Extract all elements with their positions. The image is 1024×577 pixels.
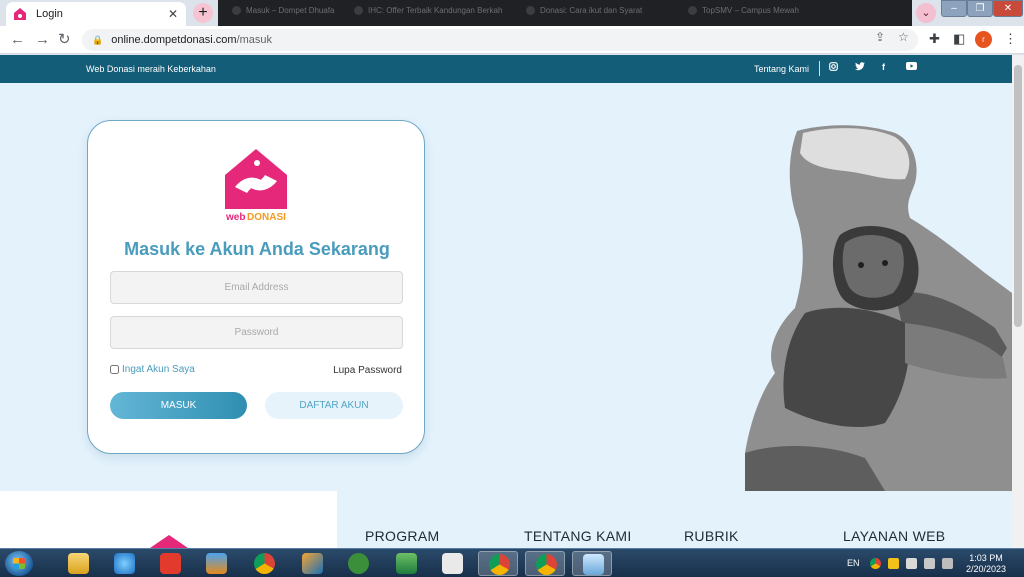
- address-toolbar: ← → ↻ 🔒 online.dompetdonasi.com/masuk ⇪ …: [0, 26, 1024, 54]
- internet-explorer-icon: [114, 553, 135, 574]
- side-panel-icon[interactable]: ◧: [953, 32, 965, 46]
- page-scrollbar[interactable]: [1012, 55, 1024, 548]
- owl-app-icon: [348, 553, 369, 574]
- webdonasi-logo: web DONASI: [225, 149, 287, 223]
- browser-tab-strip: Login ✕ + Masuk – Dompet Dhuafa IHC: Off…: [0, 0, 1024, 26]
- background-tab[interactable]: TopSMV – Campus Mewah: [688, 6, 838, 20]
- tray-warning-icon[interactable]: [888, 558, 899, 569]
- taskbar-ie[interactable]: [104, 551, 144, 576]
- taskbar-chrome-1[interactable]: [244, 551, 284, 576]
- editor-icon: [302, 553, 323, 574]
- youtube-icon[interactable]: [906, 62, 917, 72]
- clock-date: 2/20/2023: [965, 564, 1007, 574]
- email-field[interactable]: [110, 271, 403, 304]
- scrollbar-thumb[interactable]: [1014, 65, 1022, 327]
- notepad-icon: [583, 554, 604, 575]
- tab-login[interactable]: Login ✕: [6, 2, 186, 26]
- folder-icon: [68, 553, 89, 574]
- chrome-icon: [536, 554, 557, 575]
- about-us-link[interactable]: Tentang Kami: [754, 64, 809, 74]
- web-page: Web Donasi meraih Keberkahan Tentang Kam…: [0, 55, 1012, 548]
- tray-flag-icon[interactable]: [906, 558, 917, 569]
- top-bar-divider: [819, 61, 820, 76]
- address-bar[interactable]: 🔒 online.dompetdonasi.com/masuk: [82, 29, 918, 51]
- taskbar-chrome-3[interactable]: [525, 551, 565, 576]
- footer-logo-icon: [150, 535, 188, 548]
- tray-network-icon[interactable]: [942, 558, 953, 569]
- tab-search-icon[interactable]: ⌄: [916, 3, 936, 23]
- twitter-icon[interactable]: [855, 62, 865, 73]
- logo-text-brand: DONASI: [247, 212, 286, 223]
- footer-heading-rubric: RUBRIK: [684, 528, 739, 544]
- language-indicator[interactable]: EN: [847, 558, 860, 568]
- back-arrow-icon[interactable]: ←: [10, 32, 25, 47]
- system-clock[interactable]: 1:03 PM 2/20/2023: [962, 553, 1010, 575]
- remember-me-checkbox[interactable]: [110, 365, 119, 374]
- extensions-puzzle-icon[interactable]: ✚: [929, 32, 940, 46]
- chrome-icon: [254, 553, 275, 574]
- taskbar-owl[interactable]: [338, 551, 378, 576]
- logo-text-web: web: [225, 212, 245, 223]
- footer-heading-about: TENTANG KAMI: [524, 528, 632, 544]
- windows-taskbar: EN 1:03 PM 2/20/2023: [0, 548, 1024, 577]
- background-tab[interactable]: Donasi: Cara ikut dan Syarat: [526, 6, 676, 20]
- remember-me[interactable]: Ingat Akun Saya: [110, 364, 195, 375]
- footer-heading-services: LAYANAN WEB: [843, 528, 946, 544]
- window-maximize-button[interactable]: ❐: [967, 0, 993, 17]
- bookmark-star-icon[interactable]: ☆: [898, 30, 909, 44]
- taskbar-media[interactable]: [196, 551, 236, 576]
- site-favicon-icon: [14, 8, 26, 20]
- spreadsheet-icon: [396, 553, 417, 574]
- start-button[interactable]: [5, 551, 33, 576]
- clock-time: 1:03 PM: [969, 553, 1003, 563]
- password-field[interactable]: [110, 316, 403, 349]
- taskbar-explorer[interactable]: [58, 551, 98, 576]
- forgot-password-link[interactable]: Lupa Password: [333, 365, 402, 376]
- taskbar-sublime[interactable]: [292, 551, 332, 576]
- share-icon[interactable]: ⇪: [875, 30, 885, 44]
- reload-icon[interactable]: ↻: [58, 32, 71, 47]
- instagram-icon[interactable]: [829, 62, 838, 73]
- background-tabs: Masuk – Dompet Dhuafa IHC: Offer Terbaik…: [218, 0, 912, 26]
- url-path: /masuk: [236, 34, 273, 46]
- footer-heading-program: PROGRAM: [365, 528, 440, 544]
- facebook-icon[interactable]: f: [882, 62, 885, 72]
- media-player-icon: [206, 553, 227, 574]
- login-card: web DONASI Masuk ke Akun Anda Sekarang I…: [87, 120, 425, 454]
- recorder-icon: [160, 553, 181, 574]
- new-tab-button[interactable]: +: [193, 3, 213, 23]
- site-tagline: Web Donasi meraih Keberkahan: [86, 64, 216, 74]
- login-title: Masuk ke Akun Anda Sekarang: [124, 239, 390, 259]
- more-menu-icon[interactable]: ⋮: [1004, 32, 1017, 46]
- lock-icon: 🔒: [92, 34, 104, 45]
- windows-logo-icon: [13, 558, 25, 569]
- window-minimize-button[interactable]: –: [941, 0, 967, 17]
- background-tab[interactable]: Masuk – Dompet Dhuafa: [232, 6, 342, 20]
- taskbar-record[interactable]: [150, 551, 190, 576]
- forward-arrow-icon[interactable]: →: [35, 32, 50, 47]
- chrome-icon: [489, 554, 510, 575]
- site-top-bar: Web Donasi meraih Keberkahan Tentang Kam…: [0, 55, 1012, 83]
- window-close-button[interactable]: ✕: [993, 0, 1023, 17]
- taskbar-inkscape[interactable]: [432, 551, 472, 576]
- tab-title: Login: [36, 8, 63, 20]
- url-host: online.dompetdonasi.com: [111, 34, 237, 46]
- taskbar-notepad[interactable]: [572, 551, 612, 576]
- login-button[interactable]: MASUK: [110, 392, 247, 419]
- tab-close-icon[interactable]: ✕: [168, 7, 178, 21]
- drawing-app-icon: [442, 553, 463, 574]
- hero-photo: [745, 125, 1012, 491]
- tray-chrome-icon[interactable]: [870, 558, 881, 569]
- tray-volume-icon[interactable]: [924, 558, 935, 569]
- profile-avatar[interactable]: r: [975, 31, 992, 48]
- taskbar-excel[interactable]: [386, 551, 426, 576]
- taskbar-chrome-2[interactable]: [478, 551, 518, 576]
- register-button[interactable]: DAFTAR AKUN: [265, 392, 403, 419]
- remember-me-label: Ingat Akun Saya: [122, 364, 195, 375]
- background-tab[interactable]: IHC: Offer Terbaik Kandungan Berkah: [354, 6, 504, 20]
